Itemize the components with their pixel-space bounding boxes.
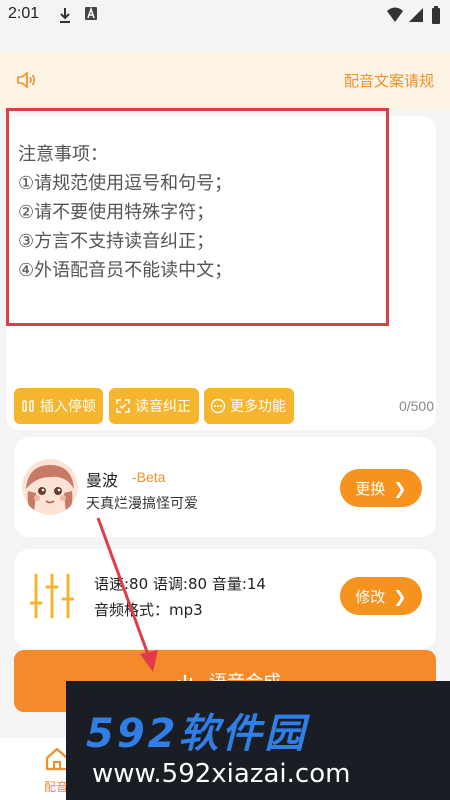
battery-icon bbox=[432, 6, 440, 24]
character-counter: 0/500 bbox=[398, 398, 434, 414]
change-voice-button[interactable]: 更换 ❯ bbox=[340, 469, 422, 507]
notice-bar: 配音文案请规 bbox=[0, 52, 450, 110]
notice-link[interactable]: 配音文案请规 bbox=[344, 70, 434, 91]
change-voice-label: 更换 bbox=[355, 479, 386, 498]
pronunciation-fix-label: 读音纠正 bbox=[135, 399, 191, 415]
signal-icon bbox=[409, 8, 423, 22]
more-dots-icon bbox=[210, 398, 226, 414]
chevron-right-icon: ❯ bbox=[393, 586, 407, 606]
edit-settings-label: 修改 bbox=[355, 587, 386, 606]
voice-name: 曼波 bbox=[86, 471, 119, 490]
pronunciation-fix-button[interactable]: 读音纠正 bbox=[109, 388, 199, 424]
settings-card: 语速:80 语调:80 音量:14 音频格式：mp3 修改 ❯ bbox=[14, 549, 436, 649]
insert-pause-label: 插入停顿 bbox=[40, 399, 96, 415]
tab-home-label[interactable]: 配音 bbox=[44, 778, 68, 795]
more-functions-button[interactable]: 更多功能 bbox=[204, 388, 294, 424]
chevron-right-icon: ❯ bbox=[393, 478, 407, 498]
a-letter-icon bbox=[85, 6, 97, 20]
status-time: 2:01 bbox=[8, 5, 40, 22]
pause-icon bbox=[22, 400, 34, 412]
edit-settings-button[interactable]: 修改 ❯ bbox=[340, 577, 422, 615]
more-functions-label: 更多功能 bbox=[230, 399, 286, 415]
voice-description: 天真烂漫搞怪可爱 bbox=[86, 496, 198, 512]
annotation-highlight-box bbox=[6, 108, 389, 326]
anime-girl-avatar bbox=[22, 459, 78, 515]
audio-format: 音频格式：mp3 bbox=[94, 601, 203, 619]
watermark-logo: 592软件园 bbox=[86, 711, 308, 757]
insert-pause-button[interactable]: 插入停顿 bbox=[14, 388, 103, 424]
voice-card: 曼波 -Beta 天真烂漫搞怪可爱 更换 ❯ bbox=[14, 437, 436, 537]
status-bar: 2:01 bbox=[0, 0, 450, 32]
voice-avatar bbox=[22, 459, 78, 515]
watermark-overlay: 592软件园 www.592xiazai.com bbox=[66, 681, 450, 800]
watermark-url: www.592xiazai.com bbox=[92, 759, 351, 789]
correction-icon bbox=[116, 399, 130, 413]
voice-params: 语速:80 语调:80 音量:14 bbox=[94, 575, 266, 593]
wifi-icon bbox=[387, 7, 403, 22]
download-icon bbox=[60, 8, 70, 23]
speaker-icon bbox=[17, 71, 36, 89]
voice-beta-tag: -Beta bbox=[132, 469, 166, 485]
equalizer-icon bbox=[30, 573, 74, 619]
